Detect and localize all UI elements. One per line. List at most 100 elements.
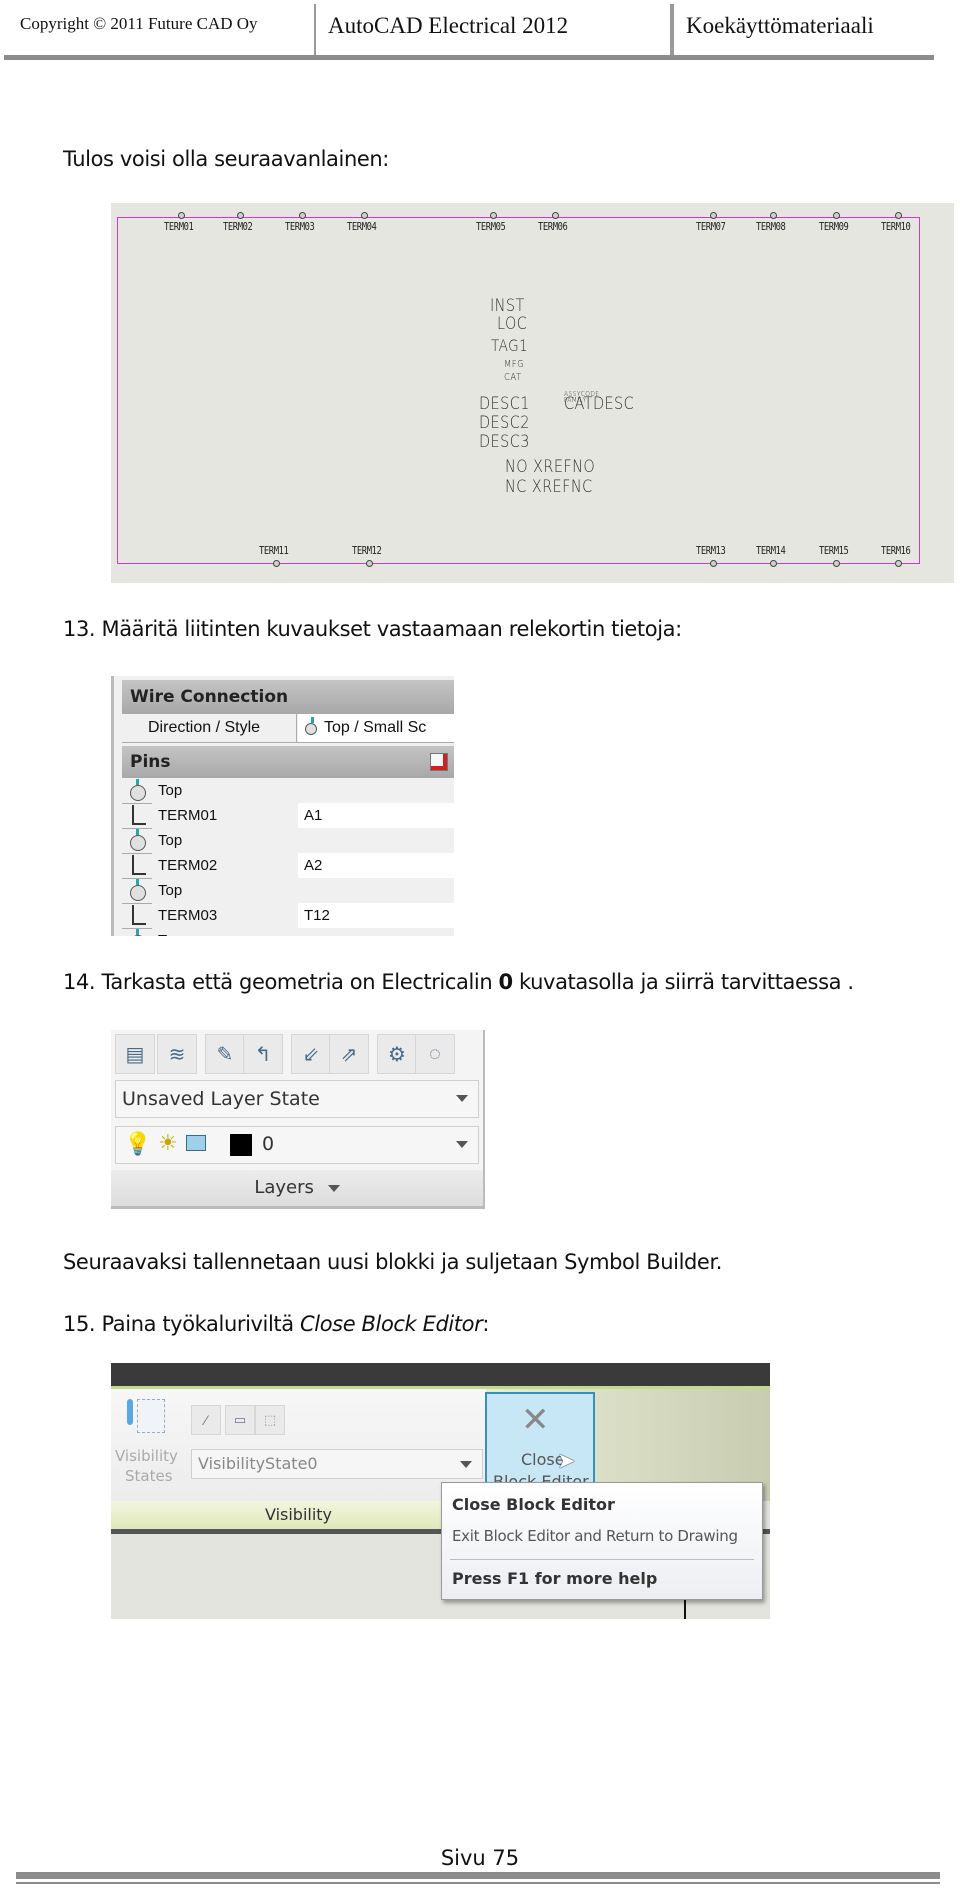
page-number: Sivu 75 (440, 1846, 520, 1870)
pin-direction-value[interactable] (298, 878, 454, 903)
pin-description-value[interactable]: A1 (298, 803, 454, 828)
pin-name-label: TERM03 (152, 903, 299, 928)
attr-desc3: DESC3 (479, 432, 530, 452)
visibility-mode-button[interactable]: ⬚ (255, 1405, 285, 1435)
schematic-preview: INST LOC TAG1 MFG CAT ASSYCODE FAMILY CA… (111, 203, 954, 583)
pin-name-label: TERM02 (152, 853, 299, 878)
section-wire-connection[interactable]: Wire Connection (122, 680, 454, 714)
pin-direction-icon (130, 879, 146, 901)
visibility-state-dropdown[interactable]: VisibilityState0 (191, 1449, 483, 1479)
terminal-pin-icon (273, 560, 280, 567)
pin-direction-icon (305, 717, 317, 735)
block-editor-ribbon: Visibility States ⁄ ▭ ⬚ VisibilityState0… (111, 1363, 770, 1619)
pin-direction-row[interactable]: Top (122, 928, 454, 936)
attr-catdesc: CATDESC (564, 394, 635, 414)
layer-on-button[interactable]: ◌ (415, 1034, 455, 1074)
unlock-icon[interactable] (186, 1135, 206, 1151)
chevron-down-icon (460, 1461, 472, 1468)
attr-nc-xrefnc: NC XREFNC (505, 477, 593, 497)
terminal-pin-icon (833, 212, 840, 219)
close-block-editor-tooltip: Close Block Editor Exit Block Editor and… (441, 1482, 763, 1600)
terminal-label: TERM02 (223, 220, 253, 233)
direction-style-row[interactable]: Direction / Style Top / Small Sc (122, 714, 454, 743)
layer-freeze-button[interactable]: ⇙ (291, 1034, 331, 1074)
terminal-label: TERM09 (819, 220, 849, 233)
layer-isolate-icon: ✎ (216, 1043, 234, 1066)
lightbulb-icon[interactable]: 💡 (124, 1132, 151, 1157)
terminal-pin-icon (361, 212, 368, 219)
layers-panel-footer[interactable]: Layers (111, 1170, 483, 1206)
pin-direction-icon (130, 829, 146, 851)
terminal-pin-icon (895, 560, 902, 567)
terminal-pin-icon (299, 212, 306, 219)
layer-freeze-icon: ⇙ (302, 1043, 320, 1066)
direction-style-label: Direction / Style (142, 714, 297, 742)
step15-command: Close Block Editor (300, 1312, 483, 1336)
layer-isolate-button[interactable]: ✎ (205, 1034, 245, 1074)
pin-direction-label: Top (152, 828, 299, 853)
terminal-pin-icon (490, 212, 497, 219)
pin-direction-value[interactable] (298, 778, 454, 803)
visibility-states-label-2: States (125, 1467, 173, 1485)
pin-name-row[interactable]: TERM01 A1 (122, 803, 454, 829)
pin-description-value[interactable]: A2 (298, 853, 454, 878)
make-invisible-icon: ⁄ (204, 1412, 208, 1428)
layer-match-icon: ≋ (168, 1043, 186, 1066)
chevron-down-icon (456, 1141, 468, 1148)
terminal-pin-icon (770, 212, 777, 219)
pin-description-value[interactable]: T12 (298, 903, 454, 928)
pin-direction-value[interactable] (298, 828, 454, 853)
tree-elbow-icon (132, 905, 146, 925)
layer-properties-button[interactable]: ▤ (115, 1034, 155, 1074)
layer-off-button[interactable]: ⇗ (329, 1034, 369, 1074)
header-rule (4, 55, 934, 60)
step14-text: 14. Tarkasta että geometria on Electrica… (63, 970, 854, 994)
terminal-pin-icon (552, 212, 559, 219)
select-hidden-icon: ⬚ (263, 1412, 277, 1427)
pin-direction-icon (130, 779, 146, 801)
layer-previous-button[interactable]: ↰ (243, 1034, 283, 1074)
tooltip-divider (450, 1559, 754, 1560)
tooltip-help: Press F1 for more help (452, 1569, 658, 1588)
pin-name-row[interactable]: TERM03 T12 (122, 903, 454, 929)
visibility-states-button[interactable]: Visibility States (115, 1395, 178, 1491)
terminal-label: TERM13 (696, 544, 726, 557)
current-layer-name: 0 (262, 1133, 275, 1155)
attr-desc1: DESC1 (479, 394, 530, 414)
layer-settings-button[interactable]: ⚙ (377, 1034, 417, 1074)
step14-text-post: kuvatasolla ja siirrä tarvittaessa . (512, 970, 854, 994)
attr-desc2: DESC2 (479, 413, 530, 433)
terminal-pin-icon (710, 560, 717, 567)
pin-direction-value[interactable] (298, 928, 454, 936)
pin-direction-row[interactable]: Top (122, 778, 454, 804)
header-product: AutoCAD Electrical 2012 (328, 13, 569, 38)
pins-table-icon[interactable] (430, 753, 448, 771)
terminal-pin-icon (178, 212, 185, 219)
layers-panel: ▤ ≋ ✎ ↰ ⇙ ⇗ ⚙ ◌ Unsaved Layer State 💡 ☀ 0 Layer… (111, 1030, 485, 1209)
sun-icon[interactable]: ☀ (158, 1131, 178, 1156)
make-visible-button[interactable]: ▭ (225, 1405, 255, 1435)
layer-match-button[interactable]: ≋ (157, 1034, 197, 1074)
terminal-label: TERM01 (164, 220, 194, 233)
layer-dropdown[interactable]: 💡 ☀ 0 (115, 1126, 479, 1164)
layers-panel-title: Layers (254, 1177, 314, 1198)
direction-style-value[interactable]: Top / Small Sc (298, 714, 454, 742)
visibility-states-icon (127, 1399, 133, 1425)
layer-color-swatch[interactable] (230, 1134, 252, 1156)
schematic-border (117, 217, 920, 564)
header-divider (670, 4, 674, 56)
layer-state-dropdown[interactable]: Unsaved Layer State (115, 1080, 479, 1118)
pin-name-row[interactable]: TERM02 A2 (122, 853, 454, 879)
header-copyright: Copyright © 2011 Future CAD Oy (20, 14, 258, 33)
section-pins[interactable]: Pins (122, 746, 454, 778)
tree-elbow-icon (132, 805, 146, 825)
visibility-panel-footer: Visibility (111, 1501, 486, 1529)
make-invisible-button[interactable]: ⁄ (191, 1405, 221, 1435)
pin-direction-label: Top (152, 928, 299, 936)
step13-text: 13. Määritä liitinten kuvaukset vastaama… (63, 617, 682, 641)
pin-direction-row[interactable]: Top (122, 828, 454, 854)
block-properties-panel: Wire Connection Direction / Style Top / … (111, 676, 454, 936)
pin-direction-label: Top (152, 878, 299, 903)
step15-text-post: : (482, 1312, 490, 1336)
pin-direction-row[interactable]: Top (122, 878, 454, 904)
